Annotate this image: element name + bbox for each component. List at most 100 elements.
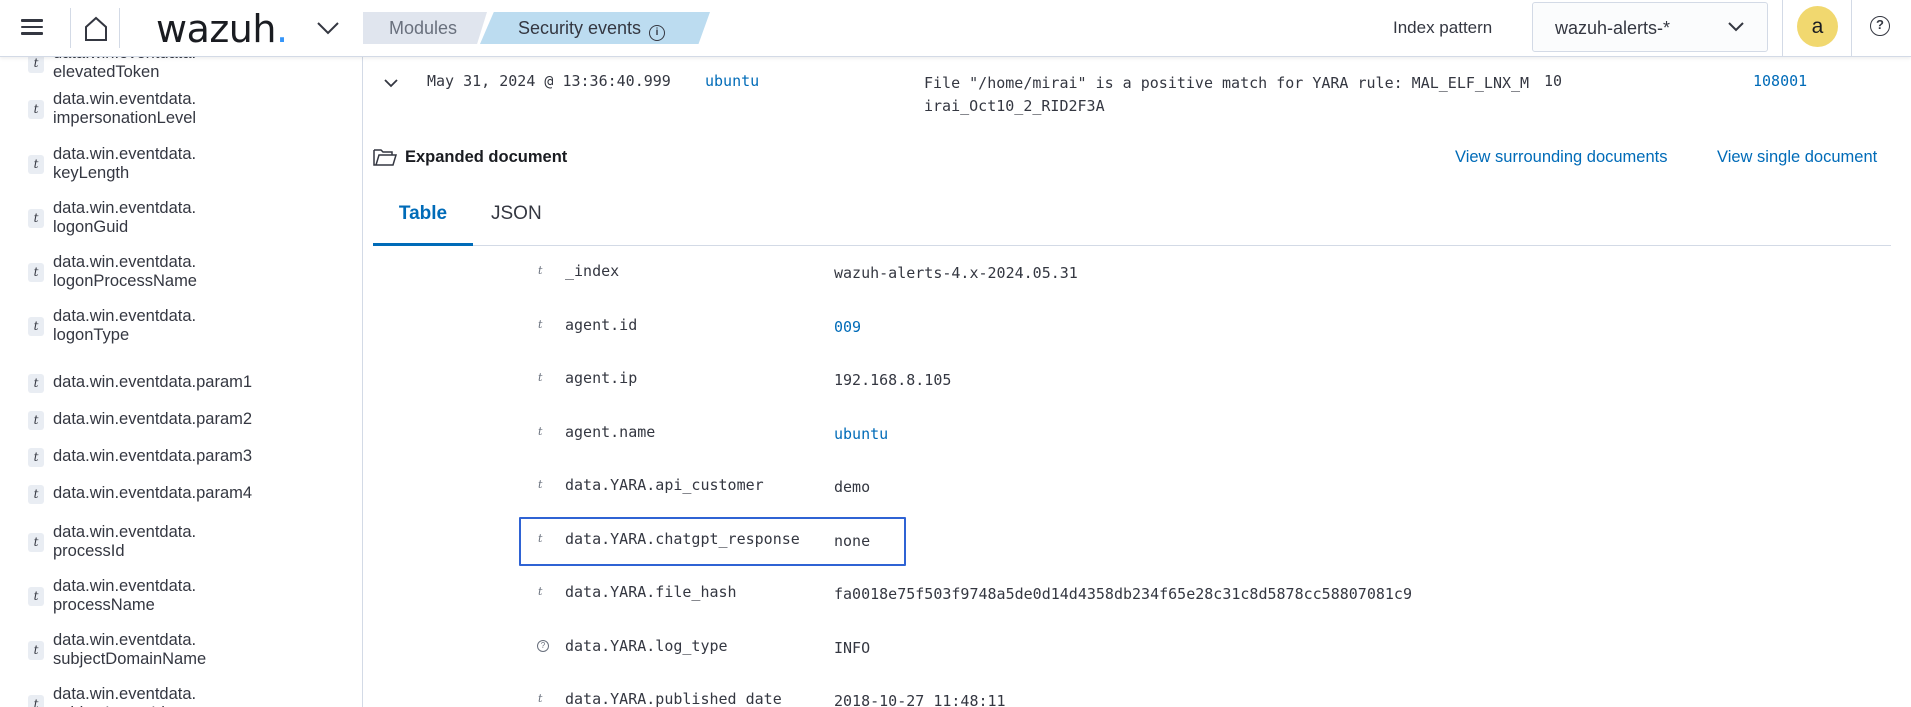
field-value[interactable]: 009: [834, 318, 861, 336]
sidebar-field-label: data.win.eventdata.param1: [53, 373, 253, 391]
string-type-icon: t: [28, 209, 44, 228]
string-type-icon: t: [538, 424, 543, 438]
string-type-icon: t: [538, 371, 543, 384]
field-key: data.YARA.log_type: [565, 636, 728, 655]
sidebar-field-label-cont: subjectDomainName: [53, 650, 207, 668]
string-type-icon: t: [28, 587, 44, 606]
string-type-icon: t: [28, 695, 44, 707]
home-button[interactable]: [70, 8, 120, 48]
field-key: agent.id: [565, 315, 638, 334]
index-pattern-value: wazuh-alerts-*: [1555, 18, 1671, 38]
string-type-icon: t: [28, 533, 44, 552]
field-key: _index: [565, 262, 620, 280]
table-row: t data.YARA.published_date 2018-10-27 11:4…: [363, 688, 1911, 707]
field-value: wazuh-alerts-4.x-2024.05.31: [834, 264, 1078, 282]
string-type-icon: t: [28, 57, 44, 73]
field-key: data.YARA.file_hash: [565, 583, 737, 601]
view-surrounding-documents-link[interactable]: View surrounding documents: [1455, 148, 1668, 167]
index-pattern-select[interactable]: wazuh-alerts-*: [1532, 2, 1768, 52]
table-row: t agent.id 009: [363, 314, 1911, 354]
home-icon: [85, 16, 107, 41]
sidebar-field-label: data.win.eventdata.: [53, 307, 197, 325]
index-pattern-label: Index pattern: [1393, 18, 1493, 37]
sidebar-field-label: data.win.eventdata.: [53, 577, 197, 595]
field-key: agent.name: [565, 422, 656, 441]
field-value: 192.168.8.105: [834, 371, 952, 389]
event-rule-level: 10: [1544, 72, 1563, 90]
expanded-document-title: Expanded document: [405, 148, 568, 166]
breadcrumb-modules[interactable]: Modules: [363, 12, 487, 44]
field-value: none: [834, 531, 871, 550]
breadcrumb-security-events[interactable]: Security events i: [480, 12, 710, 44]
field-key: data.YARA.chatgpt_response: [565, 529, 800, 548]
sidebar-field-label: data.win.eventdata.param2: [53, 410, 253, 428]
sidebar-field-label-cont: logonType: [53, 326, 130, 344]
event-agent-name[interactable]: ubuntu: [705, 72, 759, 90]
sidebar-field-label: data.win.eventdata.: [53, 253, 197, 271]
table-row: t agent.ip 192.168.8.105: [363, 367, 1911, 407]
table-row: t data.YARA.chatgpt_response none: [363, 528, 1911, 568]
field-key: data.YARA.published_date: [565, 690, 782, 707]
string-type-icon: t: [28, 448, 44, 467]
app-menu-chevron-down-icon[interactable]: [314, 16, 342, 40]
string-type-icon: t: [28, 263, 44, 282]
breadcrumb-label: Security events: [518, 18, 642, 38]
field-value: INFO: [834, 638, 871, 657]
string-type-icon: t: [538, 531, 543, 545]
tab-json[interactable]: JSON: [491, 189, 551, 246]
field-value: fa0018e75f503f9748a5de0d14d4358db234f65e…: [834, 585, 1412, 603]
top-header: wazuh. Modules Security events i Index pa…: [0, 0, 1911, 57]
sidebar-field-label: data.win.eventdata.: [53, 631, 197, 649]
sidebar-field-label: data.win.eventdata.: [53, 685, 197, 703]
wazuh-logo[interactable]: wazuh.: [156, 7, 288, 51]
string-type-icon: t: [538, 585, 543, 598]
collapse-row-chevron-icon[interactable]: [383, 77, 399, 89]
string-type-icon: t: [28, 641, 44, 660]
table-row: t agent.name ubuntu: [363, 421, 1911, 461]
sidebar-field-label: data.win.eventdata.: [53, 90, 197, 108]
string-type-icon: t: [538, 317, 543, 331]
sidebar-field-label: data.win.eventdata.param4: [53, 484, 253, 502]
sidebar-field-label-cont: processId: [53, 542, 125, 560]
menu-icon[interactable]: [18, 14, 46, 42]
table-row: ? data.YARA.log_type INFO: [363, 635, 1911, 675]
field-key: data.YARA.api_customer: [565, 476, 764, 494]
event-timestamp: May 31, 2024 @ 13:36:40.999: [427, 72, 671, 90]
sidebar-field-label: data.win.eventdata.: [53, 523, 197, 541]
unknown-type-icon: ?: [537, 639, 549, 652]
info-icon[interactable]: i: [649, 25, 666, 41]
sidebar-field-label-cont: logonGuid: [53, 218, 129, 236]
string-type-icon: t: [28, 317, 44, 336]
sidebar-field-label-cont: keyLength: [53, 164, 130, 182]
help-icon[interactable]: ?: [1870, 16, 1890, 36]
string-type-icon: t: [28, 374, 44, 393]
string-type-icon: t: [538, 264, 543, 277]
chevron-down-icon: [1728, 22, 1744, 32]
string-type-icon: t: [28, 485, 44, 504]
field-list-sidebar: t data.win.eventdata. elevatedToken t data.w…: [0, 57, 363, 707]
event-rule-id[interactable]: 108001: [1753, 72, 1807, 90]
sidebar-field-label-cont: logonProcessName: [53, 272, 197, 290]
sidebar-field-label: data.win.eventdata.param3: [53, 447, 253, 465]
view-single-document-link[interactable]: View single document: [1717, 148, 1877, 167]
event-description: File "/home/mirai" is a positive match f…: [924, 74, 1530, 115]
field-key: agent.ip: [565, 369, 638, 387]
string-type-icon: t: [538, 692, 543, 705]
field-value[interactable]: ubuntu: [834, 425, 888, 443]
document-panel: May 31, 2024 @ 13:36:40.999 ubuntu File …: [363, 57, 1911, 707]
field-value: 2018-10-27 11:48:11: [834, 692, 1006, 707]
sidebar-field-label-cont: elevatedToken: [53, 63, 160, 81]
sidebar-field-label: data.win.eventdata.: [53, 145, 197, 163]
string-type-icon: t: [28, 155, 44, 174]
tab-table[interactable]: Table: [373, 189, 473, 246]
document-tabs: Table JSON: [373, 189, 1891, 246]
table-row: t data.YARA.file_hash fa0018e75f503f9748a5…: [363, 581, 1911, 621]
string-type-icon: t: [28, 411, 44, 430]
table-row: t _index wazuh-alerts-4.x-2024.05.31: [363, 260, 1911, 300]
field-value: demo: [834, 478, 871, 496]
sidebar-field-label-cont: processName: [53, 596, 155, 614]
user-menu[interactable]: a: [1782, 0, 1852, 57]
string-type-icon: t: [28, 100, 44, 119]
folder-open-icon: [373, 149, 397, 166]
avatar[interactable]: a: [1797, 6, 1838, 47]
